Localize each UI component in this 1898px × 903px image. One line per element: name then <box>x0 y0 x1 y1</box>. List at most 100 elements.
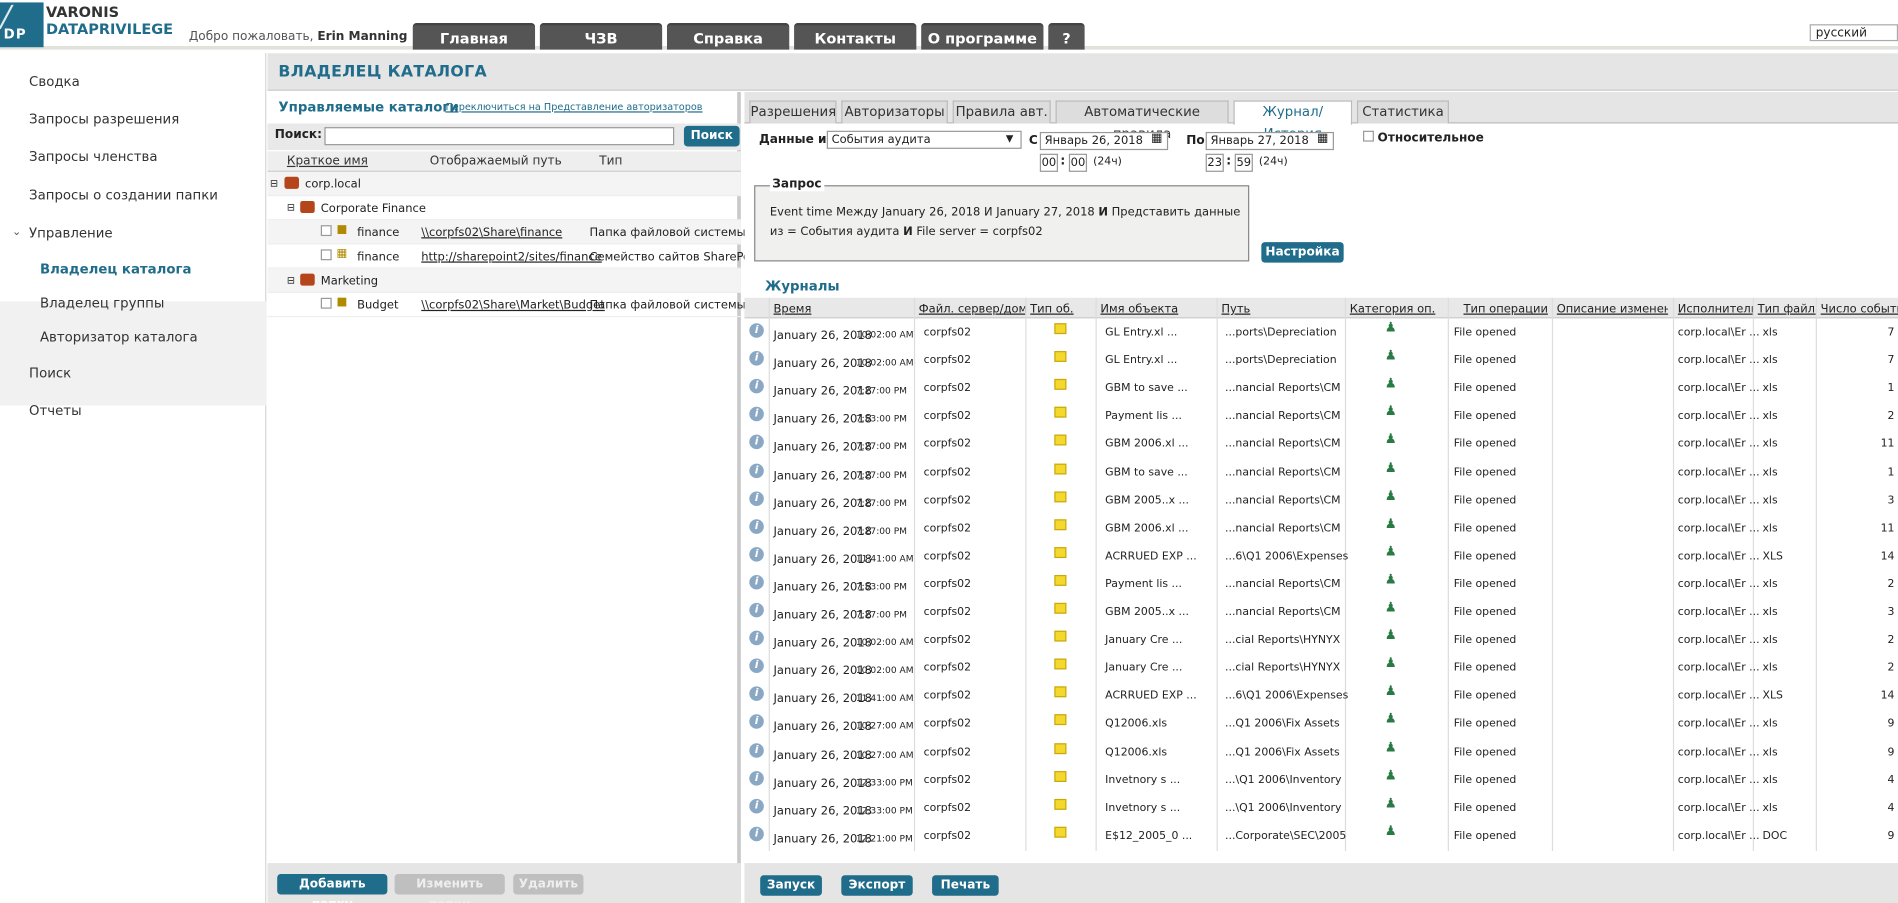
to-minute-input[interactable]: 59 <box>1234 153 1253 172</box>
table-row[interactable]: i ♟ January 26, 2018 10:02:00 AM corpfs02 Jan… <box>744 654 1898 682</box>
sidebar-item-search[interactable]: Поиск <box>0 366 266 382</box>
table-row[interactable]: i ♟ January 26, 2018 7:27:00 PM corpfs02 GBM … <box>744 514 1898 542</box>
info-icon[interactable]: i <box>749 658 764 674</box>
col-short-name[interactable]: Краткое имя <box>287 155 368 168</box>
tab-statistics[interactable]: Статистика <box>1356 100 1449 124</box>
table-row[interactable]: i ♟ January 26, 2018 10:02:00 AM corpfs02 GL … <box>744 318 1898 346</box>
sidebar-item-membership-requests[interactable]: Запросы членства <box>0 149 266 165</box>
data-source-select[interactable]: События аудита <box>826 130 1022 149</box>
table-row[interactable]: i ♟ January 26, 2018 11:41:00 AM corpfs02 ACR… <box>744 682 1898 710</box>
col-path[interactable]: Путь <box>1221 303 1342 316</box>
table-row[interactable]: i ♟ January 26, 2018 7:27:00 PM corpfs02 GBM … <box>744 374 1898 402</box>
col-time[interactable]: Время <box>774 303 917 316</box>
nav-help[interactable]: Справка <box>666 22 790 50</box>
table-row[interactable]: i ♟ January 26, 2018 12:33:00 PM corpfs02 Inv… <box>744 766 1898 794</box>
collapse-icon[interactable]: ⊟ <box>287 275 295 286</box>
table-row[interactable]: i ♟ January 26, 2018 12:21:00 PM corpfs02 E$1… <box>744 822 1898 850</box>
col-display-path[interactable]: Отображаемый путь <box>430 155 562 168</box>
configure-button[interactable]: Настройка <box>1261 242 1344 263</box>
collapse-icon[interactable]: ⊟ <box>287 202 295 213</box>
row-checkbox[interactable] <box>320 249 332 261</box>
info-icon[interactable]: i <box>749 630 764 646</box>
table-row[interactable]: i ♟ January 26, 2018 11:41:00 AM corpfs02 ACR… <box>744 542 1898 570</box>
info-icon[interactable]: i <box>749 379 764 394</box>
col-actor[interactable]: Исполнитель <box>1678 303 1753 316</box>
collapse-icon[interactable]: ⊟ <box>270 178 278 189</box>
info-icon[interactable]: i <box>749 546 764 562</box>
table-row[interactable]: i ♟ January 26, 2018 7:53:00 PM corpfs02 Paym… <box>744 402 1898 430</box>
info-icon[interactable]: i <box>749 490 764 506</box>
add-folder-button[interactable]: Добавить папку <box>277 873 388 903</box>
to-date-input[interactable]: Январь 27, 2018 <box>1205 131 1334 151</box>
col-op-type[interactable]: Тип операции <box>1463 303 1553 316</box>
tree-row[interactable]: ▦ finance http://sharepoint2/sites/finan… <box>267 245 765 269</box>
tree-row[interactable]: ■ finance \\corpfs02\Share\finance Папка… <box>267 220 746 245</box>
sidebar-item-summary[interactable]: Сводка <box>0 74 266 90</box>
from-minute-input[interactable]: 00 <box>1068 153 1088 172</box>
to-hour-input[interactable]: 23 <box>1205 153 1224 172</box>
nav-contacts[interactable]: Контакты <box>794 22 917 50</box>
run-button[interactable]: Запуск <box>760 875 822 896</box>
info-icon[interactable]: i <box>749 463 764 478</box>
info-icon[interactable]: i <box>749 826 764 842</box>
row-checkbox[interactable] <box>320 297 332 309</box>
from-date-input[interactable]: Январь 26, 2018 <box>1039 131 1169 151</box>
calendar-icon[interactable]: ▦ <box>1151 132 1162 145</box>
print-button[interactable]: Печать <box>932 875 999 896</box>
help-question-icon[interactable]: ? <box>1048 22 1085 50</box>
display-path-link[interactable]: http://sharepoint2/sites/finance <box>421 251 602 264</box>
table-row[interactable]: i ♟ January 26, 2018 10:27:00 AM corpfs02 Q12… <box>744 710 1898 738</box>
col-file-server[interactable]: Файл. сервер/домен <box>919 303 1026 316</box>
sidebar-item-directory-authorizer[interactable]: Авторизатор каталога <box>0 329 266 345</box>
info-icon[interactable]: i <box>749 407 764 422</box>
calendar-icon[interactable]: ▦ <box>1317 132 1328 145</box>
tab-automatic-rules[interactable]: Автоматические правила <box>1055 100 1229 142</box>
delete-button[interactable]: Удалить <box>513 873 584 895</box>
table-row[interactable]: i ♟ January 26, 2018 10:27:00 AM corpfs02 Q12… <box>744 738 1898 766</box>
sidebar-item-group-owner[interactable]: Владелец группы <box>0 295 266 311</box>
info-icon[interactable]: i <box>749 602 764 618</box>
table-row[interactable]: i ♟ January 26, 2018 10:02:00 AM corpfs02 GL … <box>744 346 1898 374</box>
from-hour-input[interactable]: 00 <box>1039 153 1058 172</box>
info-icon[interactable]: i <box>749 742 764 758</box>
info-icon[interactable]: i <box>749 351 764 366</box>
info-icon[interactable]: i <box>749 686 764 702</box>
search-input[interactable] <box>324 127 675 146</box>
table-row[interactable]: i ♟ January 26, 2018 7:53:00 PM corpfs02 Paym… <box>744 570 1898 598</box>
table-row[interactable]: i ♟ January 26, 2018 7:27:00 PM corpfs02 GBM … <box>744 458 1898 486</box>
col-object-type[interactable]: Тип об. <box>1030 303 1091 316</box>
tree-row[interactable]: ■ Budget \\corpfs02\Share\Market\Budget … <box>267 293 746 318</box>
col-op-category[interactable]: Категория оп. <box>1350 303 1452 316</box>
col-object-name[interactable]: Имя объекта <box>1100 303 1216 316</box>
relative-checkbox[interactable] <box>1363 130 1374 142</box>
info-icon[interactable]: i <box>749 435 764 450</box>
tree-row[interactable]: ⊟ Marketing <box>267 268 741 293</box>
col-type[interactable]: Тип <box>599 155 622 168</box>
export-button[interactable]: Экспорт <box>841 875 913 896</box>
col-file-type[interactable]: Тип файла <box>1758 303 1816 316</box>
tab-permissions[interactable]: Разрешения <box>749 100 837 124</box>
edit-folders-button[interactable]: Изменить папки <box>394 873 505 903</box>
sidebar-item-reports[interactable]: Отчеты <box>0 403 266 419</box>
info-icon[interactable]: i <box>749 323 764 338</box>
search-button[interactable]: Поиск <box>683 125 740 147</box>
nav-about[interactable]: О программе <box>921 22 1044 50</box>
nav-home[interactable]: Главная <box>412 22 536 50</box>
table-row[interactable]: i ♟ January 26, 2018 7:27:00 PM corpfs02 GBM … <box>744 486 1898 514</box>
info-icon[interactable]: i <box>749 770 764 786</box>
sidebar-item-permission-requests[interactable]: Запросы разрешения <box>0 111 266 127</box>
tree-row[interactable]: ⊟ corp.local <box>267 171 741 197</box>
info-icon[interactable]: i <box>749 714 764 730</box>
col-change-description[interactable]: Описание изменения <box>1557 303 1668 316</box>
row-checkbox[interactable] <box>320 225 332 237</box>
sidebar-item-folder-requests[interactable]: Запросы о создании папки <box>0 188 266 204</box>
tab-auth-rules[interactable]: Правила авт. <box>952 100 1051 124</box>
table-row[interactable]: i ♟ January 26, 2018 12:33:00 PM corpfs02 Inv… <box>744 794 1898 822</box>
switch-view-link[interactable]: Переключиться на Представление авторизат… <box>445 102 702 113</box>
info-icon[interactable]: i <box>749 798 764 814</box>
info-icon[interactable]: i <box>749 574 764 590</box>
col-event-count[interactable]: Число событий <box>1821 303 1898 316</box>
tree-row[interactable]: ⊟ Corporate Finance <box>267 196 741 221</box>
display-path-link[interactable]: \\corpfs02\Share\Market\Budget <box>421 299 605 312</box>
table-row[interactable]: i ♟ January 26, 2018 10:02:00 AM corpfs02 Jan… <box>744 626 1898 654</box>
